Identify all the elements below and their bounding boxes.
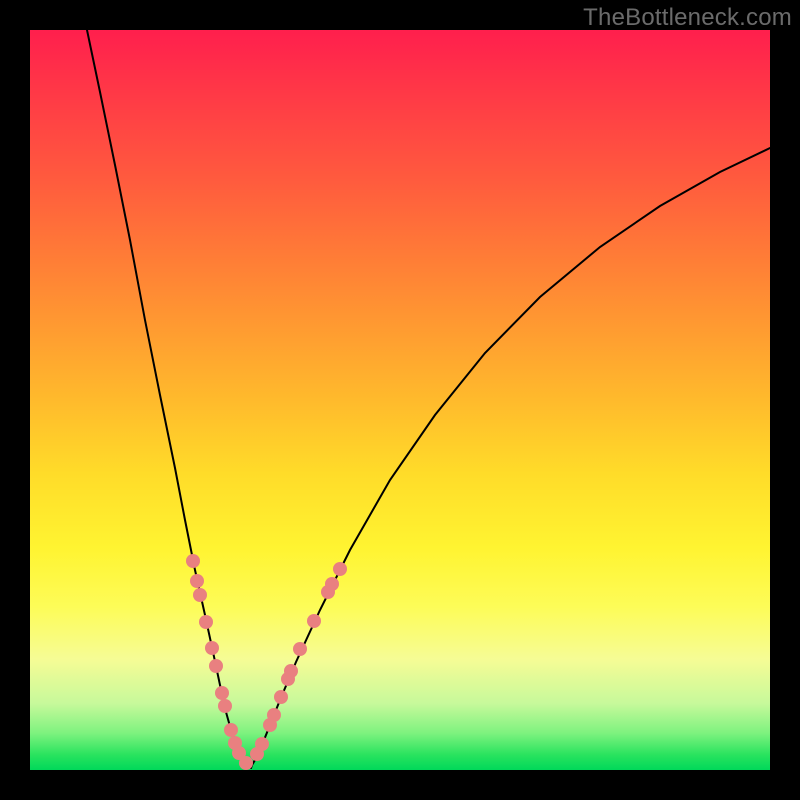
bead-left-11 xyxy=(239,756,253,770)
beads-left-group xyxy=(186,554,253,770)
bead-right-1 xyxy=(255,737,269,751)
bead-right-3 xyxy=(267,708,281,722)
chart-frame: TheBottleneck.com xyxy=(0,0,800,800)
bead-left-1 xyxy=(190,574,204,588)
bead-right-4 xyxy=(274,690,288,704)
bead-left-3 xyxy=(199,615,213,629)
plot-area xyxy=(30,30,770,770)
watermark-text: TheBottleneck.com xyxy=(583,4,792,32)
bead-left-4 xyxy=(205,641,219,655)
beads-right-group xyxy=(250,562,347,761)
bead-left-6 xyxy=(215,686,229,700)
bead-right-10 xyxy=(325,577,339,591)
chart-svg xyxy=(30,30,770,770)
curve-left xyxy=(87,30,251,768)
bead-right-6 xyxy=(284,664,298,678)
bead-right-11 xyxy=(333,562,347,576)
bead-left-7 xyxy=(218,699,232,713)
curve-right xyxy=(251,148,770,768)
bead-left-8 xyxy=(224,723,238,737)
bead-left-0 xyxy=(186,554,200,568)
bead-left-5 xyxy=(209,659,223,673)
bead-right-8 xyxy=(307,614,321,628)
bead-right-7 xyxy=(293,642,307,656)
bead-left-2 xyxy=(193,588,207,602)
